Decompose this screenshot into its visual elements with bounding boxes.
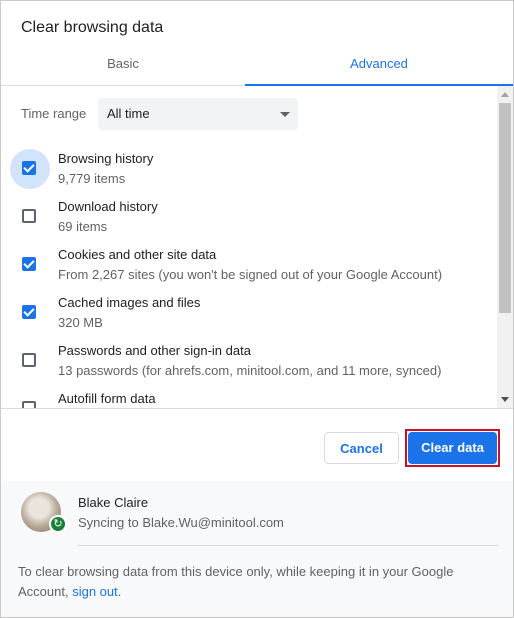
checkbox-wrap — [10, 197, 50, 237]
sign-out-link[interactable]: sign out — [72, 584, 118, 599]
vertical-scrollbar[interactable] — [497, 86, 513, 408]
passwords-checkbox[interactable] — [22, 353, 36, 367]
option-browsing-history[interactable]: Browsing history 9,779 items — [1, 149, 496, 197]
tab-basic[interactable]: Basic — [1, 51, 245, 85]
scroll-up-arrow-icon[interactable] — [501, 92, 509, 97]
divider — [1, 408, 513, 409]
checkbox-wrap — [10, 293, 50, 333]
option-title: Cookies and other site data — [58, 247, 217, 262]
option-passwords[interactable]: Passwords and other sign-in data 13 pass… — [1, 341, 496, 389]
cached-images-checkbox[interactable] — [22, 305, 36, 319]
option-title: Passwords and other sign-in data — [58, 343, 251, 358]
browsing-history-checkbox[interactable] — [22, 161, 36, 175]
autofill-checkbox[interactable] — [22, 401, 36, 408]
time-range-value: All time — [107, 106, 150, 121]
cookies-checkbox[interactable] — [22, 257, 36, 271]
tab-bar: Basic Advanced — [1, 51, 513, 86]
sync-status: Syncing to Blake.Wu@minitool.com — [78, 515, 284, 530]
clear-data-button[interactable]: Clear data — [408, 432, 497, 464]
download-history-checkbox[interactable] — [22, 209, 36, 223]
option-detail: From 2,267 sites (you won't be signed ou… — [58, 267, 443, 282]
scroll-down-arrow-icon[interactable] — [501, 397, 509, 402]
options-scroll-area: Time range All time Browsing history 9,7… — [1, 86, 513, 408]
option-detail: 69 items — [58, 219, 108, 234]
option-title: Download history — [58, 199, 158, 214]
time-range-label: Time range — [21, 106, 87, 121]
option-title: Browsing history — [58, 151, 154, 166]
footer-note: To clear browsing data from this device … — [18, 562, 488, 602]
option-title: Cached images and files — [58, 295, 201, 310]
divider — [78, 545, 498, 546]
option-cookies[interactable]: Cookies and other site data From 2,267 s… — [1, 245, 496, 293]
chevron-down-icon — [280, 112, 290, 117]
sync-icon: ↻ — [49, 515, 67, 533]
option-detail: 320 MB — [58, 315, 103, 330]
footer-end: . — [117, 584, 122, 599]
checkbox-wrap — [10, 389, 50, 408]
account-name: Blake Claire — [78, 495, 149, 510]
tab-advanced[interactable]: Advanced — [245, 51, 513, 86]
dialog-title: Clear browsing data — [21, 19, 164, 36]
checkbox-wrap — [10, 245, 50, 285]
time-range-select[interactable]: All time — [98, 98, 298, 130]
option-detail: 13 passwords (for ahrefs.com, minitool.c… — [58, 363, 442, 378]
checkbox-wrap — [10, 341, 50, 381]
clear-browsing-data-dialog: Clear browsing data Basic Advanced Time … — [0, 0, 514, 618]
option-download-history[interactable]: Download history 69 items — [1, 197, 496, 245]
option-title: Autofill form data — [58, 391, 156, 406]
option-detail: 9,779 items — [58, 171, 126, 186]
cancel-button[interactable]: Cancel — [324, 432, 399, 464]
checkbox-focus-ring — [10, 149, 50, 189]
scrollbar-thumb[interactable] — [499, 103, 511, 313]
option-autofill[interactable]: Autofill form data — [1, 389, 496, 408]
option-cached-images[interactable]: Cached images and files 320 MB — [1, 293, 496, 341]
